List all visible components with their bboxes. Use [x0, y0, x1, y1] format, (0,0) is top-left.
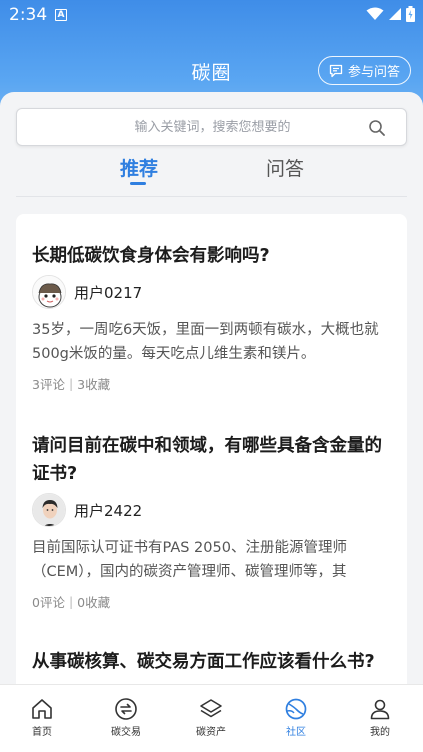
nav-profile[interactable]: 我的: [345, 697, 415, 738]
chat-icon: [329, 64, 343, 77]
post-author: 用户0217: [32, 274, 394, 310]
comment-count: 0评论: [32, 595, 65, 610]
author-name: 用户0217: [74, 283, 143, 302]
planet-icon: [285, 698, 307, 720]
content-sheet: 输入关键词，搜索您想要的 推荐 问答 长期低碳饮食身体会有影响吗? 用户0217…: [0, 92, 423, 684]
meta-separator: |: [68, 594, 74, 609]
meta-separator: |: [68, 376, 74, 391]
search-placeholder: 输入关键词，搜索您想要的: [134, 120, 291, 135]
nav-carbon-assets-label: 碳资产: [196, 727, 226, 738]
favorite-count: 3收藏: [77, 377, 111, 392]
nav-home-label: 首页: [32, 727, 52, 738]
post-item[interactable]: 长期低碳饮食身体会有影响吗? 用户0217 35岁，一周吃6天饭，里面一到两顿有…: [32, 242, 394, 393]
author-name: 用户2422: [74, 501, 143, 520]
signal-icon: [389, 8, 401, 20]
nav-profile-label: 我的: [370, 727, 390, 738]
ask-question-label: 参与问答: [347, 65, 400, 80]
home-icon: [32, 699, 52, 719]
search-icon[interactable]: [368, 119, 386, 137]
post-title[interactable]: 从事碳核算、碳交易方面工作应该看什么书?: [32, 648, 394, 676]
battery-icon: [406, 6, 415, 22]
cartoon-avatar-icon: [33, 276, 65, 308]
status-icons: [366, 6, 415, 22]
nav-carbon-trading-label: 碳交易: [111, 727, 141, 738]
avatar: [32, 275, 66, 309]
post-title[interactable]: 长期低碳饮食身体会有影响吗?: [32, 242, 394, 270]
post-body: 目前国际认可证书有PAS 2050、注册能源管理师（CEM），国内的碳资产管理师…: [32, 540, 347, 580]
comment-count: 3评论: [32, 377, 65, 392]
nav-community[interactable]: 社区: [261, 697, 331, 738]
nav-carbon-trading[interactable]: 碳交易: [91, 697, 161, 738]
nav-home[interactable]: 首页: [7, 697, 77, 738]
post-feed: 长期低碳饮食身体会有影响吗? 用户0217 35岁，一周吃6天饭，里面一到两顿有…: [16, 214, 407, 684]
nav-community-label: 社区: [286, 727, 306, 738]
wifi-icon: [366, 7, 384, 20]
post-item[interactable]: 从事碳核算、碳交易方面工作应该看什么书?: [32, 648, 394, 676]
favorite-count: 0收藏: [77, 595, 111, 610]
nav-carbon-assets[interactable]: 碳资产: [176, 697, 246, 738]
post-author: 用户2422: [32, 492, 394, 528]
tab-bar: 推荐 问答: [0, 154, 423, 198]
post-title[interactable]: 请问目前在碳中和领域，有哪些具备含金量的证书?: [32, 432, 394, 488]
photo-avatar-icon: [33, 494, 65, 526]
notification-icon: A: [55, 9, 67, 21]
search-input[interactable]: 输入关键词，搜索您想要的: [16, 108, 407, 146]
status-bar: 2:34 A: [0, 0, 423, 30]
post-body: 35岁，一周吃6天饭，里面一到两顿有碳水，大概也就500g米饭的量。每天吃点儿维…: [32, 322, 379, 362]
tab-recommend[interactable]: 推荐: [99, 154, 179, 181]
post-meta: 0评论 | 0收藏: [32, 592, 394, 611]
layers-icon: [200, 699, 222, 718]
bottom-navigation: 首页 碳交易 碳资产 社区 我的: [0, 684, 423, 752]
tabs-divider: [16, 196, 407, 197]
post-meta: 3评论 | 3收藏: [32, 374, 394, 393]
post-item[interactable]: 请问目前在碳中和领域，有哪些具备含金量的证书? 用户2422 目前国际认可证书有…: [32, 432, 394, 611]
tab-qa[interactable]: 问答: [245, 154, 325, 181]
active-tab-indicator: [130, 182, 146, 185]
avatar: [32, 493, 66, 527]
status-time: 2:34: [9, 5, 48, 25]
ask-question-button[interactable]: 参与问答: [317, 56, 411, 85]
exchange-icon: [115, 698, 137, 720]
user-icon: [370, 699, 390, 720]
